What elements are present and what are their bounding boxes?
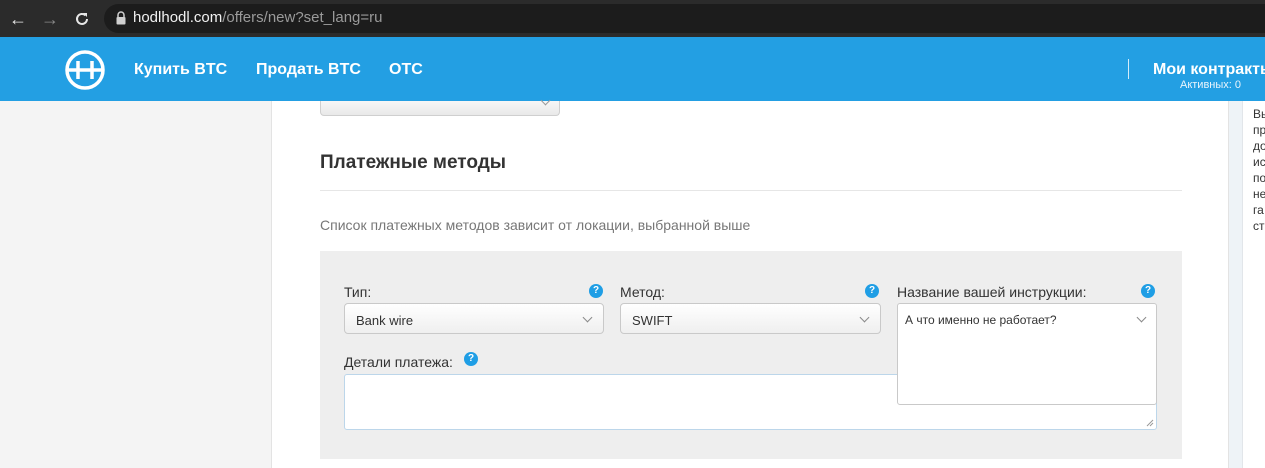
sidebar-text-line: не xyxy=(1253,187,1265,201)
hodlhodl-logo-icon[interactable] xyxy=(64,49,106,91)
header-divider xyxy=(1128,59,1129,79)
left-gutter xyxy=(0,101,271,468)
forward-arrow-icon[interactable]: → xyxy=(40,9,60,29)
method-select[interactable]: SWIFT xyxy=(620,303,881,334)
lock-icon xyxy=(116,11,126,25)
type-label: Тип: xyxy=(344,284,372,300)
method-select-value: SWIFT xyxy=(632,313,673,328)
payment-details-label: Детали платежа: xyxy=(344,354,453,370)
sidebar-info-card: Вы пр до ис по не га ст xyxy=(1242,101,1265,468)
instruction-name-select[interactable]: А что именно не работает? xyxy=(897,303,1157,405)
type-help-icon[interactable]: ? xyxy=(589,284,603,298)
active-contracts-count: Активных: 0 xyxy=(1180,79,1242,91)
instruction-name-value: А что именно не работает? xyxy=(905,313,1057,327)
back-arrow-icon[interactable]: ← xyxy=(8,9,28,29)
details-help-icon[interactable]: ? xyxy=(464,352,478,366)
instruction-name-label: Название вашей инструкции: xyxy=(897,284,1087,300)
chevron-down-icon xyxy=(1136,312,1147,323)
nav-buy-btc[interactable]: Купить BTC xyxy=(134,61,227,79)
sidebar-text-line: ст xyxy=(1253,219,1265,233)
sidebar-text-line: га xyxy=(1253,203,1264,217)
resize-handle-icon[interactable] xyxy=(1146,419,1154,427)
instruction-help-icon[interactable]: ? xyxy=(1141,284,1155,298)
location-select-partial[interactable] xyxy=(320,95,560,116)
payment-methods-title: Платежные методы xyxy=(320,152,507,173)
my-contracts-link[interactable]: Мои контракты xyxy=(1153,61,1265,79)
browser-toolbar: ← → hodlhodl.com/offers/new?set_lang=ru xyxy=(0,0,1265,37)
sidebar-text-line: ис xyxy=(1253,155,1265,169)
chevron-down-icon xyxy=(582,312,593,323)
section-divider xyxy=(320,190,1182,191)
reload-icon[interactable] xyxy=(72,9,92,29)
chevron-down-icon xyxy=(859,312,870,323)
url-text[interactable]: hodlhodl.com/offers/new?set_lang=ru xyxy=(133,9,382,27)
method-label: Метод: xyxy=(620,284,665,300)
type-select[interactable]: Bank wire xyxy=(344,303,604,334)
method-help-icon[interactable]: ? xyxy=(865,284,879,298)
site-header: Купить BTC Продать BTC OTC Мои контракты… xyxy=(0,37,1265,101)
type-select-value: Bank wire xyxy=(356,313,414,328)
payment-methods-description: Список платежных методов зависит от лока… xyxy=(320,217,751,233)
nav-sell-btc[interactable]: Продать BTC xyxy=(256,61,361,79)
sidebar-text-line: пр xyxy=(1253,123,1265,137)
sidebar-text-line: по xyxy=(1253,171,1265,185)
sidebar-text-line: до xyxy=(1253,139,1265,153)
nav-otc[interactable]: OTC xyxy=(389,61,423,79)
sidebar-text-line: Вы xyxy=(1253,107,1265,121)
